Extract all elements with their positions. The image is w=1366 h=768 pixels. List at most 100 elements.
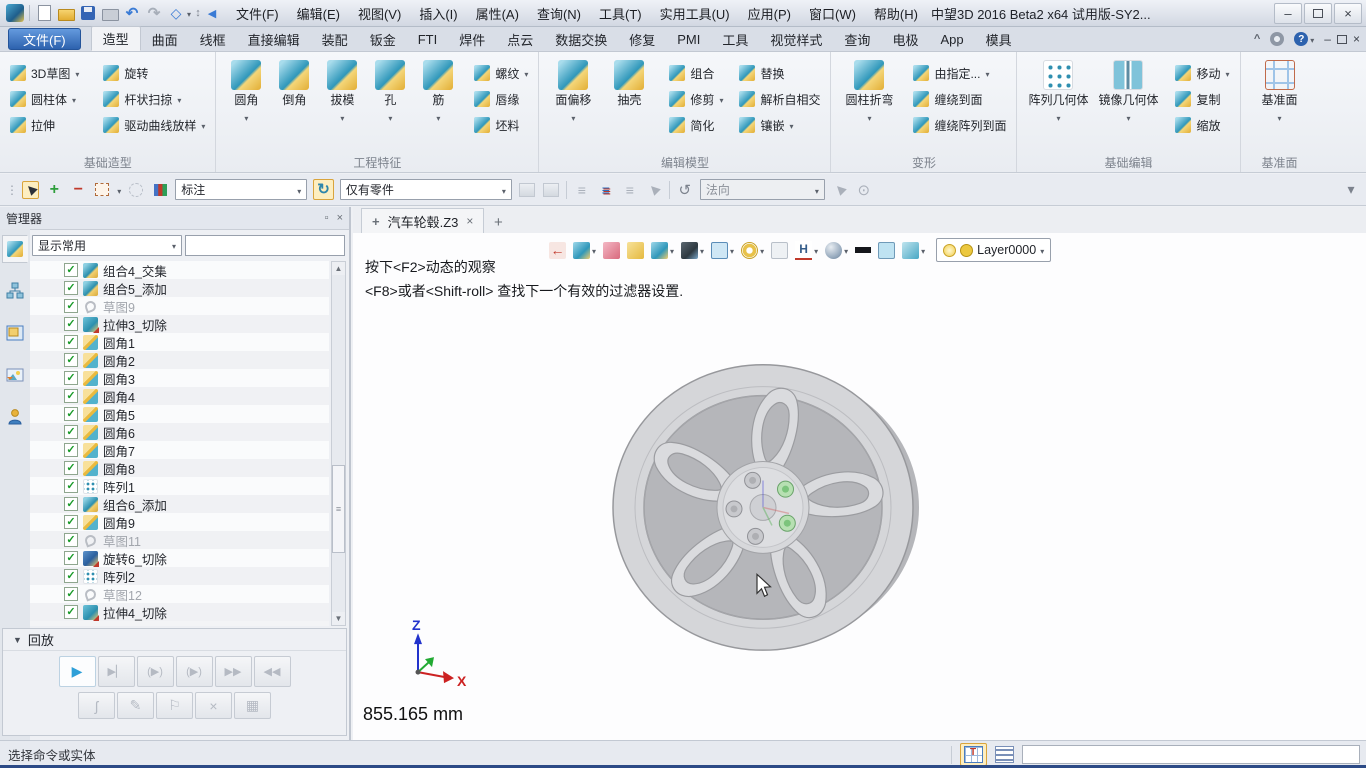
manager-search-input[interactable] bbox=[185, 235, 345, 256]
view-manager-tab[interactable] bbox=[2, 319, 28, 347]
ribbon-button[interactable]: 由指定... bbox=[909, 62, 1010, 84]
menu-item[interactable]: 属性(A) bbox=[467, 0, 528, 26]
checkbox-checked-icon[interactable] bbox=[64, 371, 78, 385]
lug-hole-highlighted[interactable] bbox=[778, 481, 794, 497]
menu-item[interactable]: 插入(I) bbox=[410, 0, 466, 26]
snap-grid-icon[interactable] bbox=[771, 242, 788, 259]
exit-view-icon[interactable]: ← bbox=[549, 242, 566, 259]
checkbox-checked-icon[interactable] bbox=[64, 281, 78, 295]
background-color-icon[interactable] bbox=[878, 242, 895, 259]
collapse-ribbon-icon[interactable]: ^ bbox=[1254, 33, 1260, 45]
menu-item[interactable]: 文件(F) bbox=[227, 0, 288, 26]
dropdown-arrow-icon[interactable] bbox=[670, 241, 674, 259]
layer-combo[interactable]: Layer0000 bbox=[936, 238, 1051, 262]
ribbon-button[interactable]: 旋转 bbox=[99, 62, 209, 84]
dropdown-arrow-icon[interactable] bbox=[789, 118, 793, 132]
toolbar-overflow-icon[interactable]: ↕ bbox=[191, 3, 205, 23]
play-icon[interactable]: ▶ bbox=[59, 656, 96, 687]
auto-regen-button[interactable]: ↻ bbox=[313, 179, 334, 200]
link-icon[interactable] bbox=[518, 180, 536, 200]
checkbox-checked-icon[interactable] bbox=[64, 497, 78, 511]
menu-item[interactable]: 应用(P) bbox=[739, 0, 800, 26]
remove-from-selection-icon[interactable]: − bbox=[69, 180, 87, 200]
scroll-up-icon[interactable]: ▲ bbox=[332, 262, 345, 275]
dropdown-arrow-icon[interactable] bbox=[201, 118, 205, 132]
ribbon-tab[interactable]: 工具 bbox=[711, 28, 759, 51]
ribbon-tab[interactable]: 装配 bbox=[311, 28, 359, 51]
ribbon-tab[interactable]: PMI bbox=[666, 28, 711, 51]
pick-filter-icon[interactable] bbox=[151, 180, 169, 200]
save-file-icon[interactable] bbox=[77, 3, 99, 23]
tree-item[interactable]: 圆角9 bbox=[30, 513, 329, 531]
ribbon-button-large[interactable]: 圆柱折弯 bbox=[837, 56, 901, 125]
dropdown-arrow-icon[interactable] bbox=[1310, 30, 1314, 48]
reorient-icon[interactable]: ↺ bbox=[676, 180, 694, 200]
dropdown-arrow-icon[interactable] bbox=[1056, 111, 1060, 125]
ribbon-button-large[interactable]: 孔 bbox=[366, 56, 414, 125]
ribbon-button-large[interactable]: 圆角 bbox=[222, 56, 270, 125]
ribbon-tab[interactable]: 焊件 bbox=[448, 28, 496, 51]
minimize-button[interactable]: – bbox=[1274, 3, 1302, 24]
tree-item[interactable]: 圆角5 bbox=[30, 405, 329, 423]
lug-hole[interactable] bbox=[748, 528, 764, 544]
collapse-toolbar-icon[interactable]: ◀ bbox=[205, 3, 219, 23]
insert-marker-icon[interactable]: ⚐ bbox=[156, 692, 193, 719]
ribbon-button-large[interactable]: 拔模 bbox=[318, 56, 366, 125]
dropdown-arrow-icon[interactable] bbox=[719, 92, 723, 106]
ribbon-tab[interactable]: 线框 bbox=[189, 28, 237, 51]
ribbon-button[interactable]: 移动 bbox=[1171, 62, 1233, 84]
ribbon-button-large[interactable]: 阵列几何体 bbox=[1023, 56, 1093, 125]
menu-item[interactable]: 视图(V) bbox=[349, 0, 410, 26]
play-span-icon[interactable]: (▶) bbox=[176, 656, 213, 687]
checkbox-checked-icon[interactable] bbox=[64, 299, 78, 313]
ribbon-button[interactable]: 杆状扫掠 bbox=[99, 88, 209, 110]
lug-hole-highlighted[interactable] bbox=[779, 515, 795, 531]
tree-item[interactable]: 组合5_添加 bbox=[30, 279, 329, 297]
doc-minimize-button[interactable]: – bbox=[1324, 32, 1331, 46]
delete-icon[interactable]: × bbox=[195, 692, 232, 719]
checkbox-checked-icon[interactable] bbox=[64, 479, 78, 493]
menu-item[interactable]: 帮助(H) bbox=[865, 0, 927, 26]
checkbox-checked-icon[interactable] bbox=[64, 443, 78, 457]
status-command-input[interactable] bbox=[1022, 745, 1360, 764]
dropdown-arrow-icon[interactable] bbox=[72, 92, 76, 106]
scroll-down-icon[interactable]: ▼ bbox=[332, 612, 345, 625]
tree-item[interactable]: 圆角1 bbox=[30, 333, 329, 351]
lug-hole[interactable] bbox=[745, 472, 761, 488]
tree-item[interactable]: 拉伸4_切除 bbox=[30, 603, 329, 621]
pick-scope-combo[interactable]: 仅有零件 bbox=[340, 179, 512, 200]
ribbon-button[interactable]: 坯料 bbox=[470, 114, 532, 136]
tree-item[interactable]: 组合4_交集 bbox=[30, 261, 329, 279]
dropdown-arrow-icon[interactable] bbox=[1226, 66, 1230, 80]
lasso-pick-icon[interactable] bbox=[127, 180, 145, 200]
playback-header[interactable]: 回放 bbox=[3, 629, 346, 651]
help-icon[interactable]: ? bbox=[1294, 32, 1308, 46]
tree-item[interactable]: 圆角3 bbox=[30, 369, 329, 387]
toolbar-drag-handle[interactable]: ⋮ bbox=[6, 183, 16, 197]
menu-item[interactable]: 编辑(E) bbox=[288, 0, 349, 26]
checkbox-checked-icon[interactable] bbox=[64, 569, 78, 583]
scrollbar-thumb[interactable]: ≡ bbox=[332, 465, 345, 553]
checkbox-checked-icon[interactable] bbox=[64, 551, 78, 565]
ribbon-tab[interactable]: 数据交换 bbox=[544, 28, 618, 51]
role-manager-tab[interactable] bbox=[2, 403, 28, 431]
dropdown-arrow-icon[interactable] bbox=[340, 111, 344, 125]
doc-restore-button[interactable] bbox=[1337, 35, 1347, 44]
ribbon-button[interactable]: 镶嵌 bbox=[735, 114, 824, 136]
dropdown-arrow-icon[interactable] bbox=[592, 241, 596, 259]
tree-item[interactable]: 组合6_添加 bbox=[30, 495, 329, 513]
add-to-selection-icon[interactable]: + bbox=[45, 180, 63, 200]
checkbox-checked-icon[interactable] bbox=[64, 335, 78, 349]
ribbon-button[interactable]: 简化 bbox=[665, 114, 727, 136]
play-to-end-icon[interactable]: ▶▏ bbox=[98, 656, 135, 687]
ribbon-tab[interactable]: 造型 bbox=[91, 26, 141, 51]
dropdown-arrow-icon[interactable] bbox=[730, 241, 734, 259]
annotation-filter-combo[interactable]: 标注 bbox=[175, 179, 307, 200]
ribbon-button[interactable]: 3D草图 bbox=[6, 62, 83, 84]
ribbon-button[interactable]: 唇缘 bbox=[470, 88, 532, 110]
ribbon-button[interactable]: 缩放 bbox=[1171, 114, 1233, 136]
ribbon-button-large[interactable]: 镜像几何体 bbox=[1093, 56, 1163, 125]
tree-item[interactable]: 草图11 bbox=[30, 531, 329, 549]
ribbon-tab[interactable]: 模具 bbox=[975, 28, 1023, 51]
dropdown-arrow-icon[interactable] bbox=[436, 111, 440, 125]
